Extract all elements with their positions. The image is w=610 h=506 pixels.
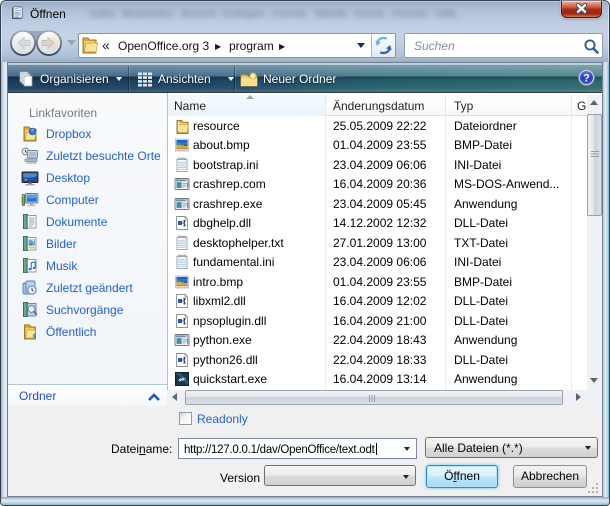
svg-text:?: ? bbox=[583, 72, 590, 84]
